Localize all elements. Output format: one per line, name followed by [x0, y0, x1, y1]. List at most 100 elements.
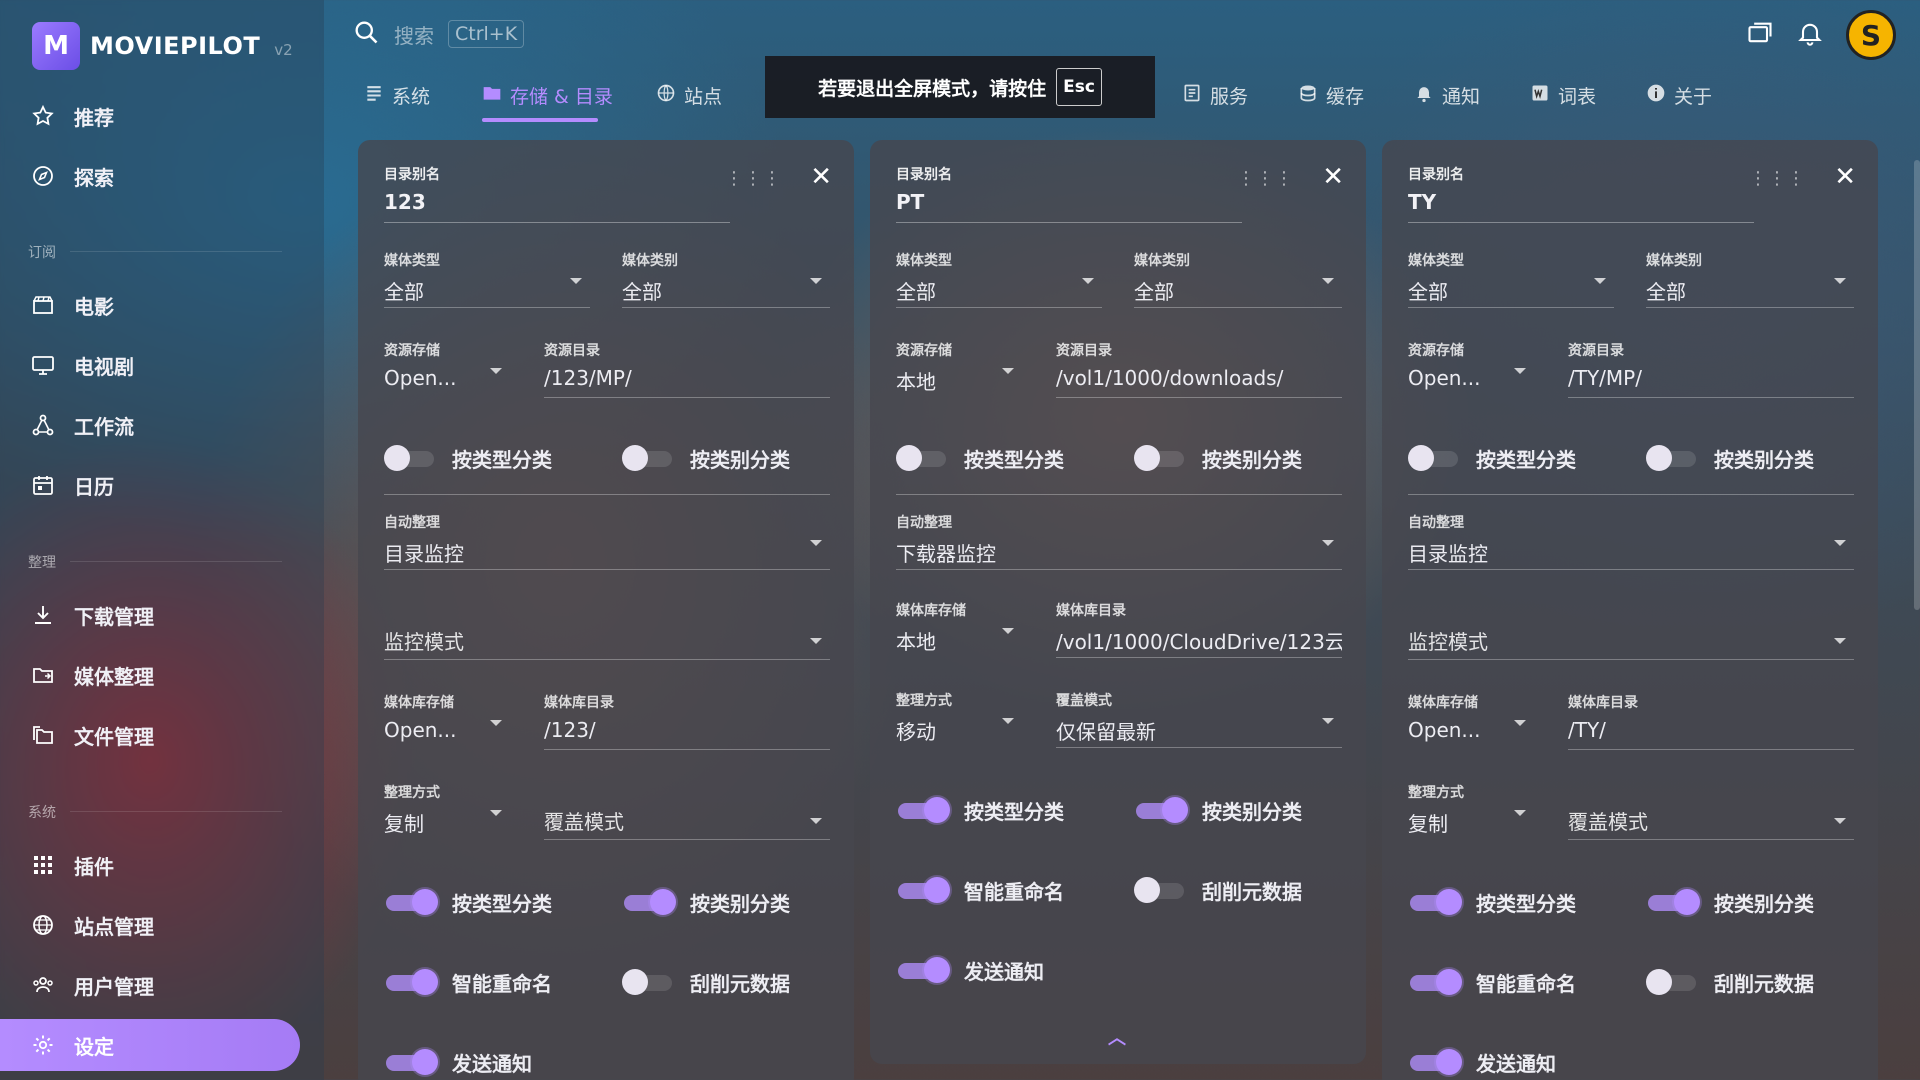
drag-handle-icon[interactable]: ⋮⋮⋮ — [1237, 168, 1294, 189]
switch-track — [384, 444, 434, 471]
auto-organize-select[interactable]: 自动整理 下载器监控 — [896, 512, 1342, 570]
tab-service[interactable]: 服务 — [1182, 82, 1248, 109]
resource-storage-select[interactable]: 资源存储 本地 — [896, 340, 1022, 398]
chevron-down-icon — [490, 368, 502, 374]
sidebar-item-calendar[interactable]: 日历 — [0, 459, 300, 511]
tab-storage[interactable]: 存储 & 目录 — [482, 82, 613, 109]
library-storage-select[interactable]: 媒体库存储 本地 — [896, 600, 1022, 658]
alias-field[interactable]: 目录别名 PT — [896, 164, 952, 214]
sidebar-item-files[interactable]: 文件管理 — [0, 709, 300, 761]
tab-about[interactable]: 关于 — [1646, 82, 1712, 109]
by-category-switch[interactable]: 按类别分类 — [622, 444, 790, 473]
lib-by-category-switch[interactable]: 按类别分类 — [1136, 796, 1302, 825]
overwrite-mode-select[interactable]: 覆盖模式 — [544, 806, 830, 840]
sidebar-item-workflow[interactable]: 工作流 — [0, 399, 300, 451]
sidebar-item-download[interactable]: 下载管理 — [0, 589, 300, 641]
library-dir-input[interactable]: 媒体库目录 /vol1/1000/CloudDrive/123云盘 — [1056, 600, 1342, 658]
close-icon[interactable]: ✕ — [810, 162, 832, 192]
drag-handle-icon[interactable]: ⋮⋮⋮ — [725, 168, 782, 189]
send-notify-switch[interactable]: 发送通知 — [898, 956, 1044, 985]
alias-field[interactable]: 目录别名 TY — [1408, 164, 1464, 214]
search-input[interactable]: 搜索 — [394, 20, 434, 49]
lib-by-type-switch[interactable]: 按类型分类 — [898, 796, 1064, 825]
auto-organize-select[interactable]: 自动整理 目录监控 — [1408, 512, 1854, 570]
by-category-switch[interactable]: 按类别分类 — [1646, 444, 1814, 473]
overwrite-mode-select[interactable]: 覆盖模式 仅保留最新 — [1056, 690, 1342, 748]
media-type-select[interactable]: 媒体类型 全部 — [1408, 250, 1614, 308]
library-storage-select[interactable]: 媒体库存储 Open... — [1408, 692, 1534, 750]
library-dir-input[interactable]: 媒体库目录 /TY/ — [1568, 692, 1854, 750]
scrape-switch[interactable]: 刮削元数据 — [622, 968, 790, 997]
send-notify-switch[interactable]: 发送通知 — [386, 1048, 532, 1077]
send-notify-switch[interactable]: 发送通知 — [1410, 1048, 1556, 1077]
smart-rename-switch[interactable]: 智能重命名 — [1410, 968, 1576, 997]
resource-dir-input[interactable]: 资源目录 /123/MP/ — [544, 340, 830, 398]
tab-words[interactable]: 词表 — [1530, 82, 1596, 109]
sidebar-item-movie[interactable]: 电影 — [0, 279, 300, 331]
by-type-switch[interactable]: 按类型分类 — [896, 444, 1064, 473]
smart-rename-switch[interactable]: 智能重命名 — [898, 876, 1064, 905]
tab-system[interactable]: 系统 — [364, 82, 430, 109]
smart-rename-switch[interactable]: 智能重命名 — [386, 968, 552, 997]
media-category-select[interactable]: 媒体类别 全部 — [1134, 250, 1342, 308]
media-category-select[interactable]: 媒体类别 全部 — [622, 250, 830, 308]
drag-handle-icon[interactable]: ⋮⋮⋮ — [1749, 168, 1806, 189]
switch-track — [1134, 876, 1184, 903]
sidebar-item-users[interactable]: 用户管理 — [0, 959, 300, 1011]
sidebar-item-tv[interactable]: 电视剧 — [0, 339, 300, 391]
chevron-down-icon — [490, 810, 502, 816]
resource-storage-select[interactable]: 资源存储 Open... — [1408, 340, 1534, 398]
alias-value[interactable]: TY — [1408, 190, 1464, 214]
lib-by-type-switch[interactable]: 按类型分类 — [386, 888, 552, 917]
organize-method-select[interactable]: 整理方式 复制 — [384, 782, 510, 840]
tab-label: 系统 — [392, 86, 431, 108]
overwrite-mode-select[interactable]: 覆盖模式 — [1568, 806, 1854, 840]
sidebar-item-settings[interactable]: 设定 — [0, 1019, 300, 1071]
by-type-switch[interactable]: 按类型分类 — [1408, 444, 1576, 473]
auto-organize-select[interactable]: 自动整理 目录监控 — [384, 512, 830, 570]
avatar[interactable]: S — [1846, 10, 1896, 60]
close-icon[interactable]: ✕ — [1834, 162, 1856, 192]
alias-field[interactable]: 目录别名 123 — [384, 164, 440, 214]
scrape-switch[interactable]: 刮削元数据 — [1134, 876, 1302, 905]
resource-dir-input[interactable]: 资源目录 /vol1/1000/downloads/ — [1056, 340, 1342, 398]
sidebar-item-sites[interactable]: 站点管理 — [0, 899, 300, 951]
by-type-switch[interactable]: 按类型分类 — [384, 444, 552, 473]
media-type-select[interactable]: 媒体类型 全部 — [384, 250, 590, 308]
tab-cache[interactable]: 缓存 — [1298, 82, 1364, 109]
scrape-switch[interactable]: 刮削元数据 — [1646, 968, 1814, 997]
monitor-mode-select[interactable]: 监控模式 — [384, 626, 830, 660]
brand[interactable]: M MOVIEPILOT v2 — [32, 22, 293, 70]
scrollbar[interactable] — [1914, 160, 1920, 610]
by-category-switch[interactable]: 按类别分类 — [1134, 444, 1302, 473]
window-icon[interactable] — [1746, 19, 1774, 51]
sidebar-item-explore[interactable]: 探索 — [0, 150, 300, 202]
media-type-select[interactable]: 媒体类型 全部 — [896, 250, 1102, 308]
close-icon[interactable]: ✕ — [1322, 162, 1344, 192]
media-category-select[interactable]: 媒体类别 全部 — [1646, 250, 1854, 308]
chevron-down-icon — [1594, 278, 1606, 284]
switch-knob — [1436, 968, 1462, 995]
search-bar[interactable]: 搜索 Ctrl+K — [352, 18, 525, 50]
lib-by-category-switch[interactable]: 按类别分类 — [1648, 888, 1814, 917]
sidebar-item-plugins[interactable]: 插件 — [0, 839, 300, 891]
search-icon[interactable] — [352, 18, 380, 50]
tab-sites[interactable]: 站点 — [656, 82, 722, 109]
library-storage-select[interactable]: 媒体库存储 Open... — [384, 692, 510, 750]
tab-notify[interactable]: 通知 — [1414, 82, 1480, 109]
lib-by-category-switch[interactable]: 按类别分类 — [624, 888, 790, 917]
collapse-chevron-up-icon[interactable]: ︿ — [1108, 1024, 1126, 1050]
bell-icon[interactable] — [1796, 19, 1824, 51]
sidebar-item-recommend[interactable]: 推荐 — [0, 90, 300, 142]
lib-by-type-switch[interactable]: 按类型分类 — [1410, 888, 1576, 917]
alias-value[interactable]: PT — [896, 190, 952, 214]
sidebar-item-media-organize[interactable]: 媒体整理 — [0, 649, 300, 701]
monitor-mode-select[interactable]: 监控模式 — [1408, 626, 1854, 660]
alias-value[interactable]: 123 — [384, 190, 440, 214]
library-dir-input[interactable]: 媒体库目录 /123/ — [544, 692, 830, 750]
resource-dir-input[interactable]: 资源目录 /TY/MP/ — [1568, 340, 1854, 398]
resource-storage-select[interactable]: 资源存储 Open... — [384, 340, 510, 398]
organize-method-select[interactable]: 整理方式 移动 — [896, 690, 1022, 748]
field-label: 资源存储 — [384, 343, 440, 359]
organize-method-select[interactable]: 整理方式 复制 — [1408, 782, 1534, 840]
